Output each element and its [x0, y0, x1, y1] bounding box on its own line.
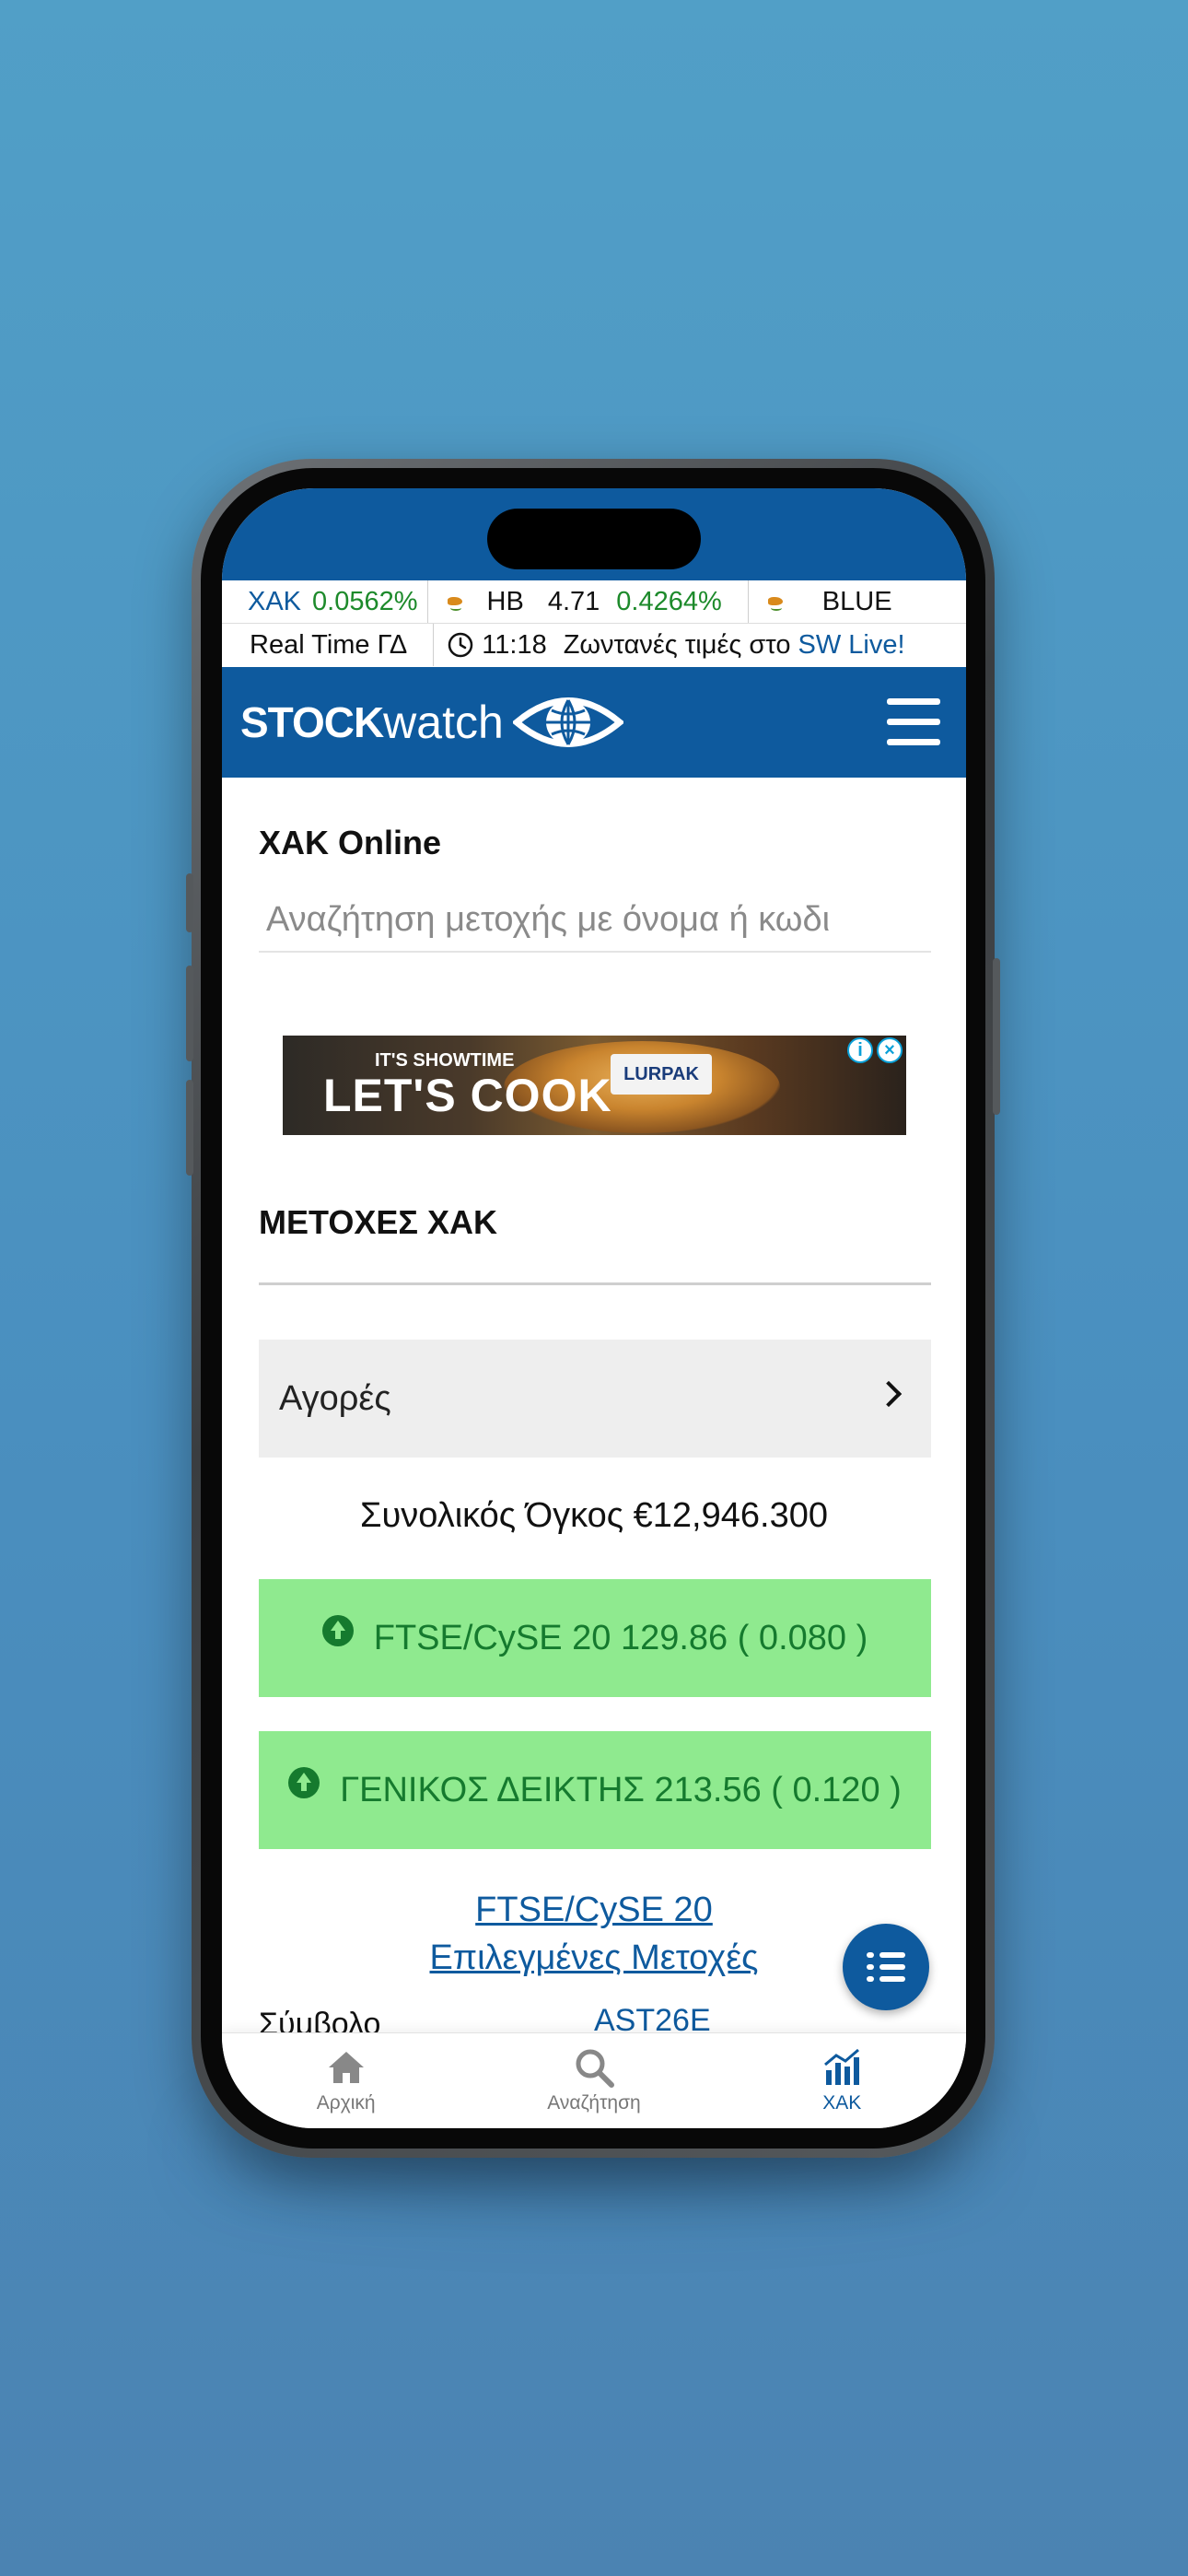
- sw-live-link[interactable]: SW Live!: [798, 630, 904, 661]
- home-icon: [328, 2052, 364, 2083]
- ticker-row-prices: ΧΑΚ 0.0562% HB 4.71 0.4264% BLUE: [222, 580, 966, 624]
- stockwatch-logo[interactable]: STOCK watch: [240, 695, 623, 750]
- arrow-up-circle-icon: [321, 1615, 354, 1646]
- ticker-symbol-hb: HB: [486, 586, 524, 616]
- ticker-time: 11:18: [482, 629, 547, 660]
- list-fab-button[interactable]: [843, 1924, 929, 2010]
- top-navbar: STOCK watch: [222, 667, 966, 778]
- phone-screen: ΧΑΚ 0.0562% HB 4.71 0.4264% BLUE Real Ti…: [222, 488, 966, 2128]
- ad-brand-logo: LURPAK: [611, 1054, 712, 1095]
- chevron-right-icon: [875, 1380, 903, 1408]
- main-content: ΧΑΚ Online IT'S SHOWTIME LET'S COOK LURP…: [222, 778, 966, 2032]
- eye-globe-icon: [512, 697, 623, 747]
- symbol-column-label: Σύμβολο: [259, 2007, 381, 2032]
- side-button-power: [993, 958, 1000, 1115]
- tab-label-home: Αρχική: [316, 2092, 376, 2113]
- status-bar: [222, 488, 966, 580]
- ad-banner[interactable]: IT'S SHOWTIME LET'S COOK LURPAK i ×: [283, 1036, 906, 1135]
- tab-label-search: Αναζήτηση: [547, 2092, 641, 2113]
- clock-icon: [448, 632, 473, 658]
- stocks-section-title: ΜΕΤΟΧΕΣ ΧΑΚ: [259, 1203, 497, 1241]
- symbol-value[interactable]: AST26E: [594, 2003, 711, 2032]
- ticker-separator: [433, 624, 435, 666]
- stock-search-input[interactable]: [259, 888, 931, 953]
- index-ftse-cyse-20[interactable]: FTSE/CySE 20 129.86 ( 0.080 ): [259, 1579, 931, 1697]
- logo-text-light: watch: [383, 697, 504, 748]
- ticker-symbol-blue: BLUE: [821, 586, 892, 616]
- index-text: ΓΕΝΙΚΟΣ ΔΕΙΚΤΗΣ 213.56 ( 0.120 ): [340, 1770, 902, 1809]
- dynamic-island: [487, 509, 701, 569]
- tab-home[interactable]: Αρχική: [222, 2033, 470, 2128]
- total-volume: Συνολικός Όγκος €12,946.300: [360, 1496, 828, 1535]
- side-button-volume-up: [186, 966, 193, 1061]
- section-divider: [259, 1282, 931, 1285]
- cyprus-flag-icon: [765, 593, 789, 611]
- ticker-row-live: Real Time ΓΔ 11:18 Ζωντανές τιμές στο SW…: [222, 624, 966, 666]
- index-general[interactable]: ΓΕΝΙΚΟΣ ΔΕΙΚΤΗΣ 213.56 ( 0.120 ): [259, 1731, 931, 1849]
- search-icon: [576, 2049, 614, 2088]
- arrow-up-circle-icon: [288, 1767, 320, 1798]
- page-title: ΧΑΚ Online: [259, 824, 442, 861]
- markets-dropdown[interactable]: Αγορές: [259, 1340, 931, 1458]
- bottom-tab-bar: Αρχική Αναζήτηση ΧΑΚ: [222, 2032, 966, 2128]
- ftse-link[interactable]: FTSE/CySE 20: [222, 1891, 966, 1930]
- tab-label-xak: ΧΑΚ: [822, 2092, 862, 2113]
- bar-chart-icon: [824, 2048, 860, 2085]
- ticker-bar[interactable]: ΧΑΚ 0.0562% HB 4.71 0.4264% BLUE Real Ti…: [222, 580, 966, 667]
- ticker-change-hb: 0.4264%: [616, 586, 722, 616]
- realtime-label: Real Time ΓΔ: [250, 629, 408, 660]
- ad-info-icon[interactable]: i: [847, 1037, 873, 1063]
- side-button-volume-down: [186, 1080, 193, 1176]
- side-button-silent: [186, 873, 193, 932]
- ticker-separator: [426, 580, 428, 623]
- index-text: FTSE/CySE 20 129.86 ( 0.080 ): [373, 1618, 868, 1657]
- ad-close-icon[interactable]: ×: [877, 1037, 903, 1063]
- live-message: Ζωντανές τιμές στο: [563, 629, 791, 660]
- menu-hamburger-icon[interactable]: [887, 698, 940, 746]
- ad-choices[interactable]: i ×: [844, 1037, 903, 1063]
- ticker-symbol-xak: ΧΑΚ: [248, 586, 302, 616]
- ticker-price-hb: 4.71: [547, 586, 600, 616]
- ticker-change-xak: 0.0562%: [312, 586, 418, 616]
- tab-search[interactable]: Αναζήτηση: [470, 2033, 717, 2128]
- cyprus-flag-icon: [445, 593, 469, 611]
- markets-label: Αγορές: [279, 1378, 391, 1418]
- tab-xak[interactable]: ΧΑΚ: [718, 2033, 966, 2128]
- logo-text-strong: STOCK: [240, 698, 384, 746]
- ticker-separator: [747, 580, 749, 623]
- ad-headline: LET'S COOK: [323, 1070, 612, 1121]
